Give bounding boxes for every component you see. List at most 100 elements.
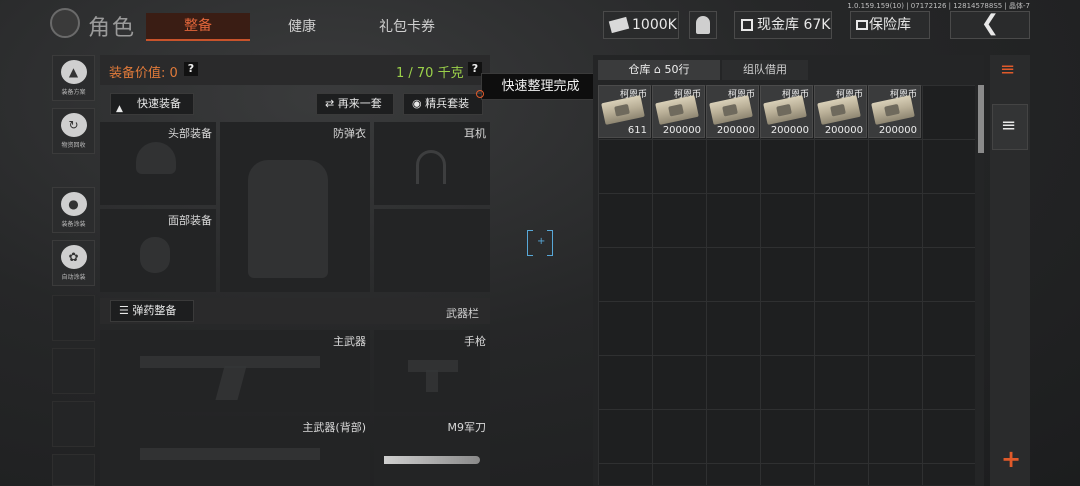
slot-label: 头部装备	[168, 127, 212, 140]
slot-label: 防弹衣	[333, 127, 366, 140]
shirt-icon: ▲	[116, 104, 123, 114]
warehouse-rows-label: 50行	[664, 63, 690, 76]
sidebar-item-recycle[interactable]: ↻ 物资回收	[52, 108, 95, 154]
quick-equip-button[interactable]: ▲ 快速装备	[110, 93, 194, 115]
repeat-label: 再来一套	[337, 97, 382, 110]
cash-stack-icon	[871, 95, 915, 125]
tab-equip[interactable]: 整备	[146, 13, 250, 41]
item-count: 611	[627, 125, 647, 136]
globe-icon	[50, 8, 80, 38]
cash-vault-button[interactable]: 现金库 67K	[734, 11, 832, 39]
ammo-label: 弹药整备	[132, 304, 177, 317]
slot-label: 主武器(背部)	[302, 421, 366, 434]
slot-label: M9军刀	[447, 421, 487, 434]
slot-label: 面部装备	[168, 214, 212, 227]
primary-weapon-back-slot[interactable]: 主武器(背部)	[100, 416, 370, 486]
currency-button[interactable]: 1000K	[603, 11, 679, 39]
recycle-icon: ↻	[60, 113, 87, 137]
primary-weapon-slot[interactable]: 主武器	[100, 330, 370, 412]
knife-slot[interactable]: M9军刀	[374, 416, 490, 486]
sort-button[interactable]: ≡	[992, 55, 1028, 91]
refresh-icon: ⇄	[325, 97, 335, 110]
item-count: 200000	[770, 125, 809, 136]
warehouse-item[interactable]: 柯恩币 611	[598, 85, 651, 138]
headset-silhouette-icon	[416, 150, 446, 184]
warehouse-scrollbar[interactable]	[978, 85, 984, 153]
cash-stack-icon	[763, 95, 807, 125]
add-button[interactable]: +	[992, 445, 1028, 481]
bracket-right	[547, 230, 553, 256]
cash-stack-icon	[655, 95, 699, 125]
stack-download-icon: ≡	[1001, 115, 1017, 136]
ammo-icon: ☰	[119, 304, 129, 317]
tooltip: 快速整理完成	[481, 73, 600, 100]
slot-label: 手枪	[464, 335, 486, 348]
tab-health[interactable]: 健康	[262, 13, 342, 41]
repeat-loadout-button[interactable]: ⇄ 再来一套	[316, 93, 394, 115]
expand-bracket-icon[interactable]: +	[527, 230, 553, 256]
sidebar-item-paint[interactable]: ● 装备涂装	[52, 187, 95, 233]
warehouse-tab-label: 仓库	[628, 63, 651, 76]
operator-button[interactable]	[689, 11, 717, 39]
warehouse-item[interactable]: 柯恩币 200000	[652, 85, 705, 138]
pistol-slot[interactable]: 手枪	[374, 330, 490, 412]
notification-dot	[476, 90, 484, 98]
cash-stack-icon	[601, 95, 645, 125]
spray-icon: ✿	[60, 245, 87, 269]
pistol-grip-silhouette	[426, 370, 438, 392]
slot-label: 主武器	[333, 335, 366, 348]
helmet-silhouette-icon	[136, 142, 176, 174]
ammo-button[interactable]: ☰ 弹药整备	[110, 300, 194, 322]
quick-equip-label: 快速装备	[137, 97, 181, 110]
head-slot[interactable]: 头部装备	[100, 122, 216, 205]
shield-icon: ◉	[412, 97, 422, 110]
weight-value: 1 / 70 千克	[396, 66, 464, 81]
elite-label: 精兵套装	[425, 97, 470, 110]
back-button[interactable]: ❮	[950, 11, 1030, 39]
sidebar-item-label: 装备涂装	[61, 221, 86, 228]
sidebar-item-label: 自动涂装	[61, 274, 86, 281]
sidebar-item-loadout-plan[interactable]: ▲ 装备方案	[52, 55, 95, 101]
sidebar-item-label: 装备方案	[61, 89, 86, 96]
weight-help-icon[interactable]: ?	[468, 62, 482, 76]
elite-kit-button[interactable]: ◉ 精兵套装	[403, 93, 483, 115]
chevron-left-icon: ❮	[980, 11, 1000, 36]
help-icon[interactable]: ?	[184, 62, 198, 76]
safe-button[interactable]: 保险库	[850, 11, 930, 39]
sidebar-empty-slot	[52, 295, 95, 341]
knife-icon	[384, 456, 480, 464]
plus-icon: +	[1001, 445, 1022, 473]
plus-icon: +	[537, 236, 546, 247]
armor-slot[interactable]: 防弹衣	[220, 122, 370, 292]
item-count: 200000	[824, 125, 863, 136]
warehouse-item[interactable]: 柯恩币 200000	[868, 85, 921, 138]
item-count: 200000	[878, 125, 917, 136]
money-icon	[608, 16, 630, 34]
warehouse-item[interactable]: 柯恩币 200000	[814, 85, 867, 138]
item-count: 200000	[662, 125, 701, 136]
tab-gift-cards[interactable]: 礼包卡券	[362, 13, 452, 41]
sidebar-empty-slot	[52, 348, 95, 394]
earphone-slot[interactable]: 耳机	[374, 122, 490, 205]
version-text: 1.0.159.159(10) | 07172126 | 128145788S5…	[847, 2, 1030, 10]
magazine-silhouette	[215, 366, 247, 400]
warehouse-item[interactable]: 柯恩币 200000	[706, 85, 759, 138]
empty-gear-slot[interactable]	[374, 209, 490, 292]
safe-icon	[856, 20, 868, 30]
mask-silhouette-icon	[140, 237, 170, 273]
tab-warehouse[interactable]: 仓库 ⌂ 50行	[598, 60, 720, 80]
store-button[interactable]: ≡	[992, 104, 1028, 150]
bracket-left	[527, 230, 533, 256]
item-count: 200000	[716, 125, 755, 136]
vest-silhouette-icon	[248, 160, 328, 278]
cash-vault-label: 现金库 67K	[757, 17, 831, 33]
tab-team-borrow[interactable]: 组队借用	[722, 60, 808, 80]
warehouse-grid[interactable]	[598, 85, 975, 485]
operator-icon	[696, 16, 710, 34]
cash-stack-icon	[817, 95, 861, 125]
page-title: 角色	[88, 16, 137, 41]
face-slot[interactable]: 面部装备	[100, 209, 216, 292]
warehouse-item[interactable]: 柯恩币 200000	[760, 85, 813, 138]
sidebar-item-auto-paint[interactable]: ✿ 自动涂装	[52, 240, 95, 286]
currency-amount: 1000K	[632, 17, 677, 33]
